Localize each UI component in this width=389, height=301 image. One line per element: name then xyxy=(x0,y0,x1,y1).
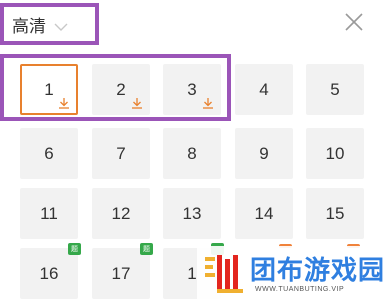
watermark-url: WWW.TUANBUTING.VIP xyxy=(255,286,345,293)
episode-number: 13 xyxy=(182,203,202,223)
episode-badge: 题 xyxy=(140,243,153,255)
episode-number: 10 xyxy=(325,143,345,163)
watermark-text: 团布游戏园 xyxy=(250,256,386,286)
episode-tile-12[interactable]: 12 xyxy=(92,188,150,239)
episode-tile-9[interactable]: 9 xyxy=(235,128,293,179)
episode-number: 15 xyxy=(325,203,345,223)
episode-tile-3[interactable]: 3 xyxy=(163,64,221,115)
episode-tile-4[interactable]: 4 xyxy=(235,64,293,115)
episode-tile-8[interactable]: 8 xyxy=(163,128,221,179)
episode-number: 8 xyxy=(187,143,197,163)
episode-tile-5[interactable]: 5 xyxy=(306,64,364,115)
episode-tile-14[interactable]: 14 xyxy=(235,188,293,239)
episode-tile-10[interactable]: 10 xyxy=(306,128,364,179)
episode-number: 4 xyxy=(259,79,269,99)
episode-tile-1[interactable]: 1 xyxy=(20,64,78,115)
episode-tile-2[interactable]: 2 xyxy=(92,64,150,115)
episode-number: 5 xyxy=(330,79,340,99)
episode-tile-15[interactable]: 15 xyxy=(306,188,364,239)
download-icon xyxy=(203,98,213,109)
episode-number: 17 xyxy=(111,263,131,283)
episode-tile-7[interactable]: 7 xyxy=(92,128,150,179)
episode-tile-16[interactable]: 16 题 xyxy=(20,243,81,299)
download-icon xyxy=(59,98,69,109)
episode-tile-17[interactable]: 17 题 xyxy=(92,243,153,299)
episode-number: 16 xyxy=(39,263,59,283)
episode-number: 6 xyxy=(44,143,54,163)
episode-tile-13[interactable]: 13 xyxy=(163,188,221,239)
episode-number: 7 xyxy=(116,143,126,163)
episode-number: 11 xyxy=(40,203,58,223)
watermark: 团布游戏园 WWW.TUANBUTING.VIP xyxy=(197,246,389,301)
download-icon xyxy=(132,98,142,109)
episode-picker-panel: 高清 1 2 3 4 5 6 7 8 9 10 11 12 13 14 15 16 题 17 题 1 团布游戏园 WW… xyxy=(0,0,389,301)
watermark-logo-icon xyxy=(205,255,243,293)
episode-tile-11[interactable]: 11 xyxy=(20,188,78,239)
episode-badge: 题 xyxy=(68,243,81,255)
episode-tile-6[interactable]: 6 xyxy=(20,128,78,179)
episode-number: 14 xyxy=(254,203,274,223)
episode-number: 12 xyxy=(111,203,131,223)
episode-number: 9 xyxy=(259,143,269,163)
